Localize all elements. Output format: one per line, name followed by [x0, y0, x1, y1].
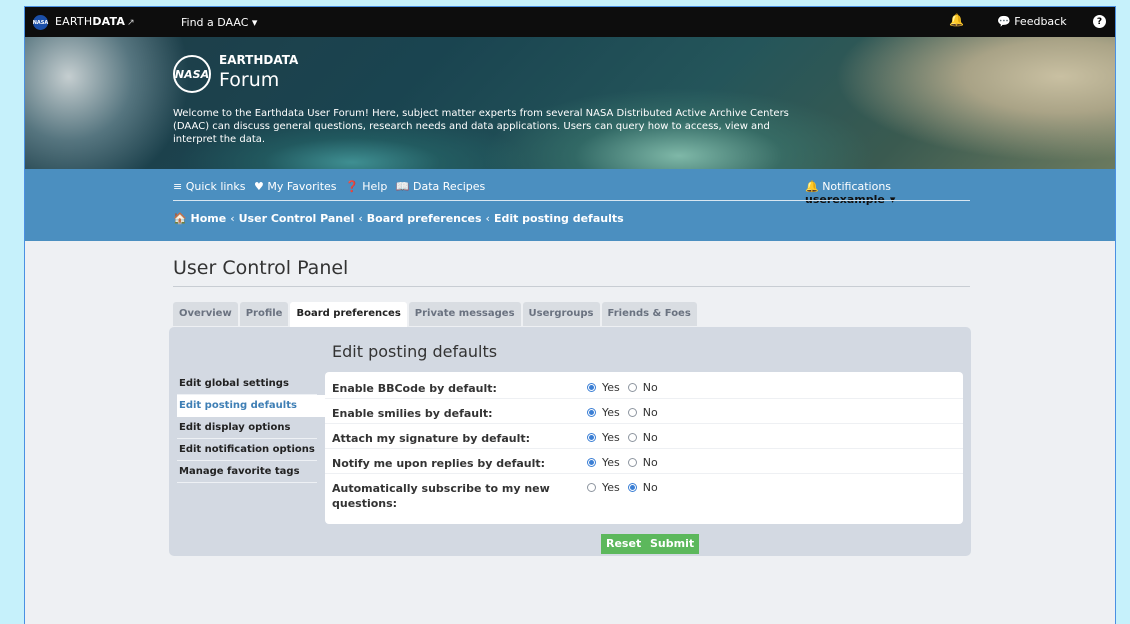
tab-private-messages[interactable]: Private messages — [408, 302, 521, 326]
quick-links-menu[interactable]: ≡ Quick links — [173, 180, 246, 193]
radio-no-label[interactable]: No — [643, 431, 658, 444]
feedback-link[interactable]: 💬 Feedback — [997, 15, 1067, 28]
setting-label: Attach my signature by default: — [332, 432, 531, 445]
setting-options: Yes No — [587, 381, 666, 394]
ucp-tabs: Overview Profile Board preferences Priva… — [173, 302, 699, 329]
radio-no[interactable] — [627, 433, 637, 442]
help-link[interactable]: ❓ Help — [345, 180, 387, 193]
earthdata-link[interactable]: EARTHDATA ↗ — [55, 15, 135, 28]
nasa-logo-icon[interactable]: NASA — [173, 55, 211, 93]
radio-no-label[interactable]: No — [643, 481, 658, 494]
tab-board-preferences[interactable]: Board preferences — [290, 302, 407, 329]
setting-row-subscribe: Automatically subscribe to my new questi… — [325, 475, 963, 519]
hero-brand: EARTHDATA — [219, 53, 299, 67]
side-menu-edit-global-settings[interactable]: Edit global settings — [177, 373, 317, 395]
breadcrumb-home[interactable]: 🏠 Home — [173, 212, 226, 225]
side-menu-edit-display-options[interactable]: Edit display options — [177, 417, 317, 439]
earthdata-topbar: NASA EARTHDATA ↗ Find a DAAC ▾ 🔔 💬 Feedba… — [25, 7, 1115, 37]
breadcrumb-user-control-panel[interactable]: User Control Panel — [239, 212, 355, 225]
radio-yes-label[interactable]: Yes — [602, 381, 620, 394]
side-menu-edit-posting-defaults[interactable]: Edit posting defaults — [177, 395, 337, 417]
breadcrumb-edit-posting-defaults[interactable]: Edit posting defaults — [494, 212, 624, 225]
tab-friends-foes[interactable]: Friends & Foes — [601, 302, 697, 326]
tab-overview[interactable]: Overview — [173, 302, 238, 326]
notifications-area: 🔔 Notifications userexample▾ — [805, 180, 973, 206]
chat-icon: 💬 — [997, 15, 1011, 28]
setting-row-notify: Notify me upon replies by default: Yes N… — [325, 450, 963, 474]
radio-no[interactable] — [627, 458, 637, 467]
radio-yes-label[interactable]: Yes — [602, 481, 620, 494]
bell-icon[interactable]: 🔔 — [949, 13, 964, 27]
setting-row-signature: Attach my signature by default: Yes No — [325, 425, 963, 449]
setting-row-bbcode: Enable BBCode by default: Yes No — [325, 375, 963, 399]
forum-hero-banner: NASA EARTHDATA Forum Welcome to the Eart… — [25, 37, 1115, 169]
setting-label: Enable BBCode by default: — [332, 382, 497, 395]
breadcrumb-board-preferences[interactable]: Board preferences — [367, 212, 482, 225]
external-link-icon: ↗ — [127, 18, 135, 28]
brand-earth: EARTH — [55, 15, 93, 28]
setting-options: Yes No — [587, 406, 666, 419]
feedback-label: Feedback — [1014, 15, 1067, 28]
hero-description: Welcome to the Earthdata User Forum! Her… — [173, 108, 789, 145]
quick-links-row: ≡ Quick links ♥ My Favorites ❓ Help 📖 Da… — [173, 180, 973, 206]
tab-usergroups[interactable]: Usergroups — [522, 302, 600, 326]
submit-button[interactable]: Submit — [645, 534, 700, 554]
browser-frame: NASA EARTHDATA ↗ Find a DAAC ▾ 🔔 💬 Feedba… — [24, 6, 1116, 624]
radio-no[interactable] — [627, 383, 637, 392]
setting-row-smilies: Enable smilies by default: Yes No — [325, 400, 963, 424]
setting-options: Yes No — [587, 456, 666, 469]
posting-defaults-form: Enable BBCode by default: Yes No Enable … — [325, 372, 963, 524]
setting-label: Notify me upon replies by default: — [332, 457, 546, 470]
breadcrumb-separator: ‹ — [358, 212, 363, 225]
breadcrumb-separator: ‹ — [230, 212, 235, 225]
navbar-divider — [173, 200, 970, 201]
radio-yes[interactable] — [587, 383, 596, 392]
hero-title[interactable]: Forum — [219, 69, 279, 91]
radio-no-label[interactable]: No — [643, 406, 658, 419]
side-menu-edit-notification-options[interactable]: Edit notification options — [177, 439, 317, 461]
radio-no-label[interactable]: No — [643, 456, 658, 469]
setting-label: Automatically subscribe to my new questi… — [332, 482, 550, 510]
data-recipes-link[interactable]: 📖 Data Recipes — [396, 180, 485, 193]
title-divider — [173, 286, 970, 287]
nasa-mini-logo-icon[interactable]: NASA — [33, 15, 48, 30]
radio-yes[interactable] — [587, 483, 596, 492]
page-title: User Control Panel — [173, 257, 349, 279]
setting-label: Enable smilies by default: — [332, 407, 493, 420]
side-menu-manage-favorite-tags[interactable]: Manage favorite tags — [177, 461, 317, 483]
side-menu: Edit global settings Edit posting defaul… — [177, 373, 337, 483]
radio-yes[interactable] — [587, 408, 596, 417]
setting-options: Yes No — [587, 481, 666, 494]
find-daac-dropdown[interactable]: Find a DAAC ▾ — [181, 16, 257, 29]
radio-yes-label[interactable]: Yes — [602, 406, 620, 419]
radio-yes[interactable] — [587, 433, 596, 442]
brand-data: DATA — [92, 15, 126, 28]
radio-yes-label[interactable]: Yes — [602, 456, 620, 469]
preferences-panel: Edit global settings Edit posting defaul… — [169, 327, 971, 556]
radio-yes[interactable] — [587, 458, 596, 467]
form-title: Edit posting defaults — [332, 342, 498, 361]
radio-no-label[interactable]: No — [643, 381, 658, 394]
my-favorites-link[interactable]: ♥ My Favorites — [254, 180, 337, 193]
reset-button[interactable]: Reset — [601, 534, 647, 554]
radio-no[interactable] — [627, 408, 637, 417]
setting-options: Yes No — [587, 431, 666, 444]
forum-navbar: ≡ Quick links ♥ My Favorites ❓ Help 📖 Da… — [25, 169, 1115, 241]
breadcrumb: 🏠 Home ‹ User Control Panel ‹ Board preferen… — [173, 212, 624, 225]
tab-profile[interactable]: Profile — [239, 302, 289, 326]
radio-no[interactable] — [627, 483, 637, 492]
radio-yes-label[interactable]: Yes — [602, 431, 620, 444]
help-icon[interactable]: ? — [1093, 15, 1106, 28]
notifications-link[interactable]: 🔔 Notifications — [805, 180, 891, 193]
breadcrumb-separator: ‹ — [485, 212, 490, 225]
